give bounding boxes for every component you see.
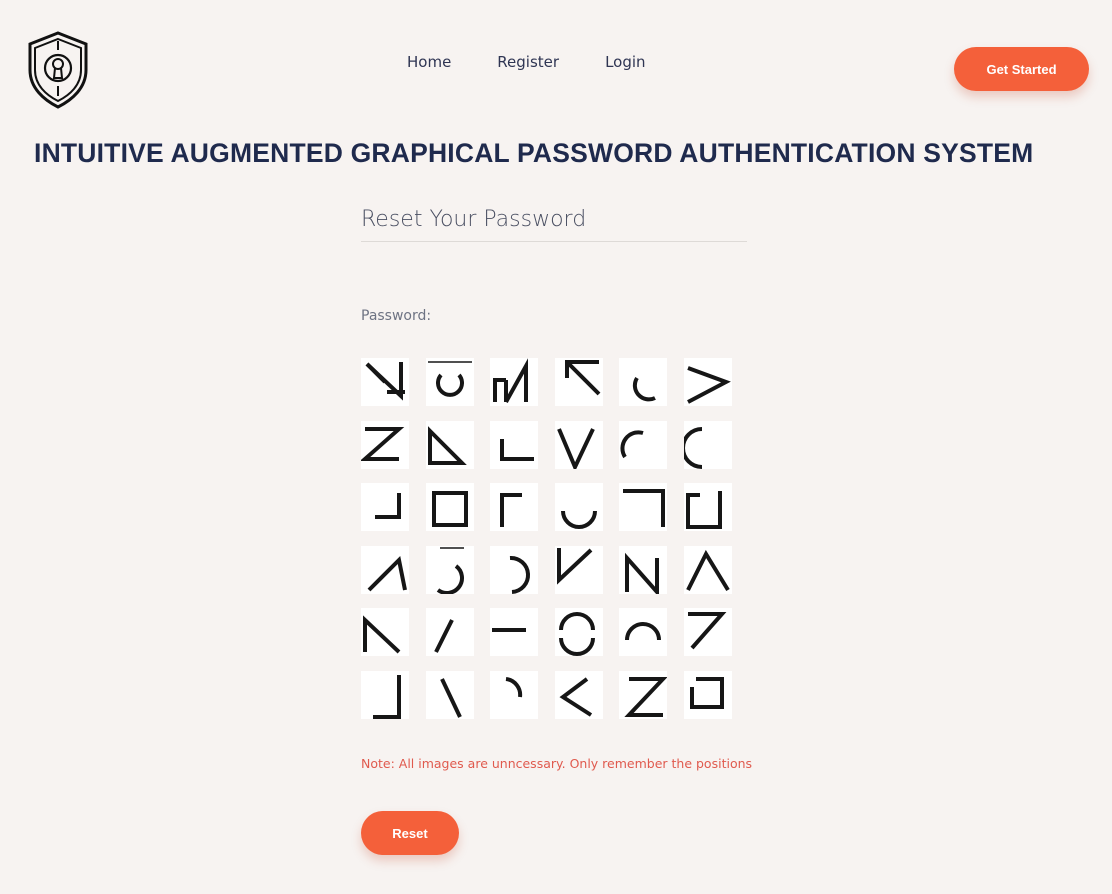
grid-tile[interactable] bbox=[683, 358, 732, 406]
corner-bottom-right-tall-icon bbox=[373, 674, 401, 719]
grid-tile[interactable] bbox=[554, 483, 603, 531]
grid-tile[interactable] bbox=[683, 420, 732, 469]
corner-bottom-right-icon bbox=[375, 493, 401, 519]
arc-right-icon bbox=[509, 555, 530, 594]
square-open-left-icon bbox=[689, 676, 724, 709]
arc-left-icon bbox=[683, 426, 702, 469]
less-than-icon bbox=[558, 676, 592, 717]
n-letter-icon bbox=[625, 552, 659, 594]
grid-tile[interactable] bbox=[683, 670, 732, 719]
arc-right-bottom-icon bbox=[436, 546, 464, 594]
grid-tile[interactable] bbox=[619, 608, 667, 656]
v-shape-icon bbox=[556, 427, 595, 469]
shield-logo-icon bbox=[28, 31, 88, 109]
grid-tile[interactable] bbox=[425, 545, 474, 594]
get-started-button[interactable]: Get Started bbox=[954, 47, 1089, 91]
grid-tile[interactable] bbox=[683, 545, 732, 594]
grid-tile[interactable] bbox=[361, 670, 409, 719]
corner-top-right-icon bbox=[623, 489, 665, 527]
dash-icon bbox=[492, 628, 526, 632]
grid-tile[interactable] bbox=[554, 670, 603, 719]
password-label: Password: bbox=[361, 308, 432, 324]
grid-tile[interactable] bbox=[425, 670, 474, 719]
arc-top-right-icon bbox=[505, 676, 523, 697]
position-note: Note: All images are unncessary. Only re… bbox=[361, 756, 753, 771]
grid-tile[interactable] bbox=[361, 608, 409, 656]
circle-gap-top-icon bbox=[427, 361, 472, 397]
diag-corner-v-icon bbox=[365, 362, 405, 401]
grid-tile[interactable] bbox=[619, 358, 667, 406]
reset-button[interactable]: Reset bbox=[361, 811, 459, 855]
check-v-icon bbox=[556, 547, 592, 585]
backslash-icon bbox=[439, 677, 462, 718]
grid-tile[interactable] bbox=[490, 420, 538, 469]
grid-tile[interactable] bbox=[361, 358, 409, 406]
square-open-right-icon bbox=[685, 491, 722, 529]
n-shape-icon bbox=[493, 358, 528, 403]
nav-login-link[interactable]: Login bbox=[605, 52, 645, 72]
z-reverse-icon bbox=[624, 676, 667, 717]
greater-than-icon bbox=[686, 366, 731, 404]
u-arc-icon bbox=[560, 510, 597, 529]
l-corner-bottom-left-icon bbox=[500, 438, 534, 461]
circle-gap-sides-icon bbox=[558, 612, 595, 656]
grid-tile[interactable] bbox=[490, 483, 538, 531]
nav-home-link[interactable]: Home bbox=[407, 52, 451, 72]
graphical-password-grid bbox=[361, 358, 732, 719]
grid-tile[interactable] bbox=[425, 420, 474, 469]
form-heading: Reset Your Password bbox=[361, 205, 747, 242]
grid-tile[interactable] bbox=[619, 420, 667, 469]
reverse-z-top-icon bbox=[564, 360, 600, 396]
z-shape-icon bbox=[361, 426, 405, 461]
grid-tile[interactable] bbox=[490, 545, 538, 594]
grid-tile[interactable] bbox=[683, 483, 732, 531]
seven-icon bbox=[687, 612, 726, 650]
grid-tile[interactable] bbox=[554, 608, 603, 656]
grid-tile[interactable] bbox=[683, 608, 732, 656]
grid-tile[interactable] bbox=[619, 545, 667, 594]
grid-tile[interactable] bbox=[554, 420, 603, 469]
page-title: INTUITIVE AUGMENTED GRAPHICAL PASSWORD A… bbox=[34, 138, 1034, 168]
slash-icon bbox=[433, 619, 454, 653]
nav-register-link[interactable]: Register bbox=[497, 52, 559, 72]
grid-tile[interactable] bbox=[361, 545, 409, 594]
caret-up-icon bbox=[685, 549, 730, 591]
diag-bottom-line-icon bbox=[427, 425, 467, 465]
grid-tile[interactable] bbox=[361, 420, 409, 469]
grid-tile[interactable] bbox=[425, 483, 474, 531]
corner-top-left-icon bbox=[500, 493, 522, 527]
grid-tile[interactable] bbox=[490, 358, 538, 406]
grid-tile[interactable] bbox=[490, 670, 538, 719]
grid-tile[interactable] bbox=[490, 608, 538, 656]
square-icon bbox=[431, 491, 468, 527]
lambda-right-icon bbox=[363, 615, 401, 654]
main-nav: Home Register Login bbox=[407, 52, 692, 72]
grid-tile[interactable] bbox=[619, 483, 667, 531]
arc-top-icon bbox=[625, 622, 661, 641]
grid-tile[interactable] bbox=[554, 358, 603, 406]
grid-tile[interactable] bbox=[554, 545, 603, 594]
grid-tile[interactable] bbox=[425, 358, 474, 406]
arc-left-bottom-icon bbox=[632, 376, 656, 402]
lambda-left-icon bbox=[367, 555, 407, 591]
reset-password-form: Reset Your Password Password: Note: All … bbox=[361, 205, 752, 855]
grid-tile[interactable] bbox=[361, 483, 409, 531]
arc-top-left-icon bbox=[620, 429, 644, 458]
grid-tile[interactable] bbox=[619, 670, 667, 719]
grid-tile[interactable] bbox=[425, 608, 474, 656]
